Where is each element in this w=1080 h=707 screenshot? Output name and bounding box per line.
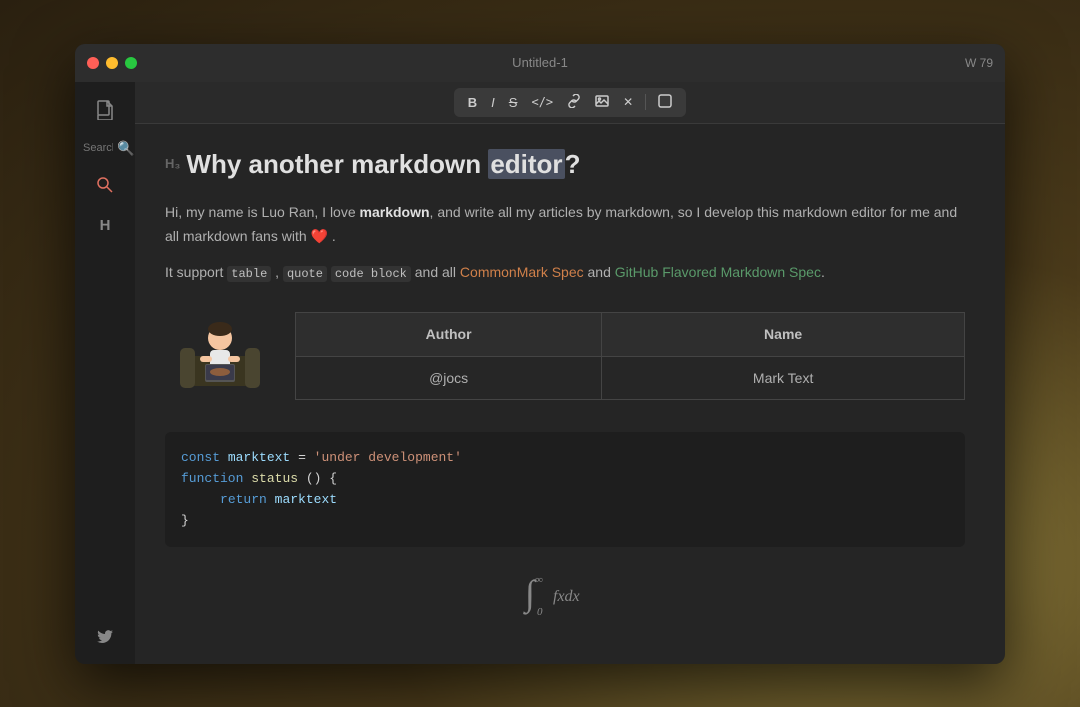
code-marktext-var: marktext xyxy=(228,450,290,465)
maximize-dot[interactable] xyxy=(125,57,137,69)
table-section: Author Name @jocs Mark Text xyxy=(165,296,965,416)
code-return-var: marktext xyxy=(275,492,337,507)
bold-button[interactable]: B xyxy=(462,93,483,112)
main-heading: H₃ Why another markdown editor? xyxy=(165,144,965,186)
heading-sidebar-icon[interactable]: H xyxy=(92,209,119,242)
table-cell-name: Mark Text xyxy=(602,356,965,399)
svg-text:fxdx: fxdx xyxy=(553,588,580,605)
search-sidebar-icon[interactable]: 🔍 xyxy=(117,140,134,157)
editor-content[interactable]: H₃ Why another markdown editor? Hi, my n… xyxy=(135,124,1005,664)
code-function-keyword: function xyxy=(181,471,243,486)
code-line-1: const marktext = 'under development' xyxy=(181,448,949,469)
main-window: Untitled-1 W 79 🔍 xyxy=(75,44,1005,664)
commonmark-link[interactable]: CommonMark Spec xyxy=(460,264,584,280)
main-layout: 🔍 H B xyxy=(75,82,1005,664)
code-line-3: return marktext xyxy=(181,490,949,511)
table-header-name: Name xyxy=(602,313,965,356)
svg-text:∞: ∞ xyxy=(535,574,543,586)
code-quote: quote xyxy=(283,266,327,282)
sidebar: 🔍 H xyxy=(75,82,135,664)
window-controls xyxy=(87,57,137,69)
clear-button[interactable]: ✕ xyxy=(617,93,639,111)
paragraph-2: It support table , quote code block and … xyxy=(165,261,965,285)
gfm-link[interactable]: GitHub Flavored Markdown Spec xyxy=(615,264,821,280)
character-illustration xyxy=(165,296,275,396)
selected-word: editor xyxy=(488,149,564,179)
content-wrapper: B I S </> xyxy=(135,82,1005,664)
table-header-author: Author xyxy=(296,313,602,356)
word-count: W 79 xyxy=(965,56,993,70)
toolbar-divider xyxy=(645,94,646,110)
code-inline-button[interactable]: </> xyxy=(525,93,559,111)
code-function-name: status xyxy=(251,471,298,486)
heart-emoji: ❤️ xyxy=(311,228,328,244)
toolbar-area: B I S </> xyxy=(135,82,1005,124)
formatting-toolbar: B I S </> xyxy=(454,88,686,117)
code-const-keyword: const xyxy=(181,450,220,465)
code-table: table xyxy=(227,266,271,282)
search-active-icon[interactable] xyxy=(89,169,121,201)
heading-indicator: H₃ xyxy=(165,154,180,175)
svg-text:0: 0 xyxy=(537,606,543,617)
minimize-dot[interactable] xyxy=(106,57,118,69)
table-container: Author Name @jocs Mark Text xyxy=(295,296,965,416)
paragraph-1: Hi, my name is Luo Ran, I love markdown,… xyxy=(165,201,965,249)
search-input[interactable] xyxy=(83,142,113,154)
strikethrough-button[interactable]: S xyxy=(503,93,524,112)
italic-button[interactable]: I xyxy=(485,93,501,112)
titlebar: Untitled-1 W 79 xyxy=(75,44,1005,82)
math-block: ∫ ∞ 0 fxdx xyxy=(165,567,965,626)
math-svg: ∫ ∞ 0 fxdx xyxy=(515,567,615,617)
table-row: @jocs Mark Text xyxy=(296,356,965,399)
erase-button[interactable] xyxy=(652,92,678,113)
code-string: 'under development' xyxy=(314,450,462,465)
link-button[interactable] xyxy=(561,92,587,113)
code-block-inline: code block xyxy=(331,266,411,282)
markdown-table: Author Name @jocs Mark Text xyxy=(295,312,965,400)
code-line-4: } xyxy=(181,511,949,532)
code-return-keyword: return xyxy=(220,492,267,507)
code-block: const marktext = 'under development' fun… xyxy=(165,432,965,547)
window-title: Untitled-1 xyxy=(512,55,568,70)
heading-text: Why another markdown editor? xyxy=(186,144,580,186)
file-sidebar-icon[interactable] xyxy=(88,92,122,128)
code-line-2: function status () { xyxy=(181,469,949,490)
image-button[interactable] xyxy=(589,92,615,113)
close-dot[interactable] xyxy=(87,57,99,69)
character-svg xyxy=(175,306,265,396)
table-cell-author: @jocs xyxy=(296,356,602,399)
twitter-sidebar-icon[interactable] xyxy=(89,622,121,652)
bold-markdown: markdown xyxy=(360,204,430,220)
sidebar-bottom xyxy=(89,622,121,652)
